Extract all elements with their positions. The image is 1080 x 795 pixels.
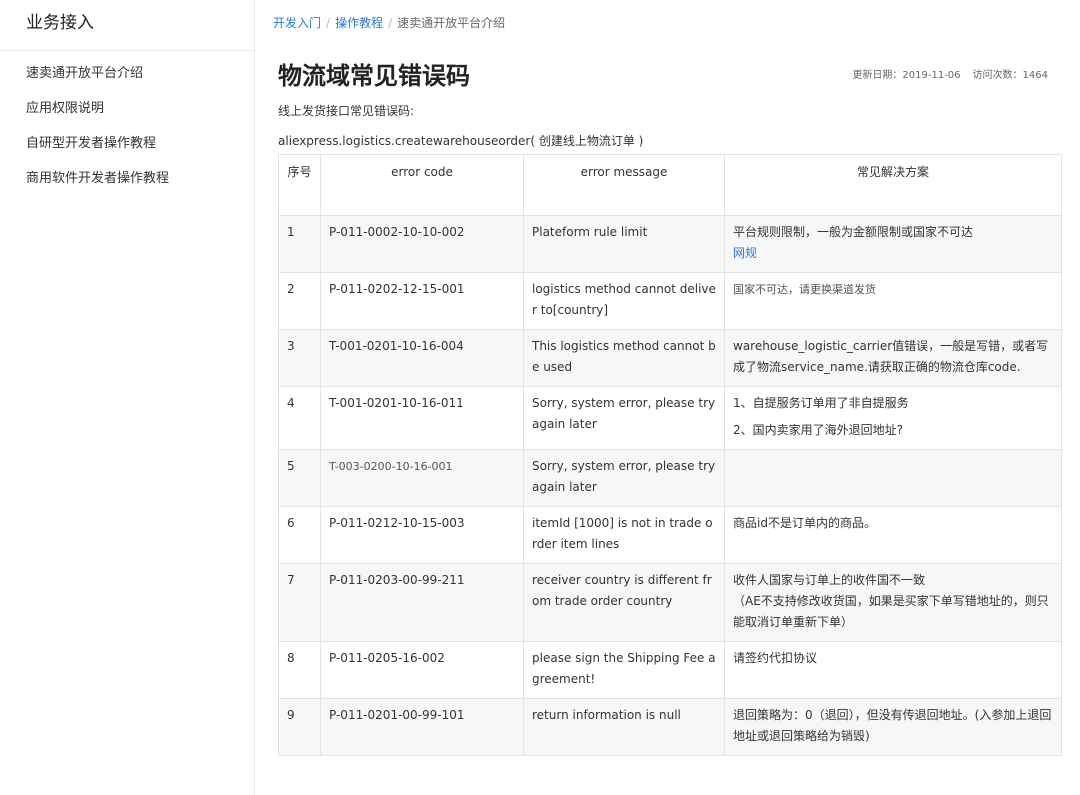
intro-text: 线上发货接口常见错误码: bbox=[278, 104, 415, 118]
cell-code: T-003-0200-10-16-001 bbox=[320, 449, 524, 507]
sidebar-title: 业务接入 bbox=[0, 0, 254, 51]
cell-solution bbox=[724, 449, 1062, 507]
breadcrumb-separator: / bbox=[326, 16, 331, 30]
cell-seq: 9 bbox=[278, 698, 321, 756]
cell-solution: 退回策略为：0（退回），但没有传退回地址。(入参加上退回地址或退回策略给为销毁) bbox=[724, 698, 1062, 756]
cell-code: P-011-0201-00-99-101 bbox=[320, 698, 524, 756]
table-row: 8 P-011-0205-16-002 please sign the Ship… bbox=[278, 641, 1062, 699]
cell-message: Sorry, system error, please try again la… bbox=[523, 449, 725, 507]
col-header-seq: 序号 bbox=[278, 154, 321, 216]
cell-message: Sorry, system error, please try again la… bbox=[523, 386, 725, 450]
table-header-row: 序号 error code error message 常见解决方案 bbox=[278, 154, 1062, 216]
cell-seq: 4 bbox=[278, 386, 321, 450]
sidebar-item-platform-intro[interactable]: 速卖通开放平台介绍 bbox=[0, 55, 254, 90]
solution-text: 平台规则限制，一般为金额限制或国家不可达 bbox=[733, 225, 974, 239]
table-row: 4 T-001-0201-10-16-011 Sorry, system err… bbox=[278, 386, 1062, 450]
solution-line-1: 收件人国家与订单上的收件国不一致 bbox=[733, 573, 926, 587]
sidebar-item-permissions[interactable]: 应用权限说明 bbox=[0, 90, 254, 125]
solution-text: 国家不可达，请更换渠道发货 bbox=[733, 283, 876, 296]
cell-code: P-011-0203-00-99-211 bbox=[320, 563, 524, 642]
cell-seq: 2 bbox=[278, 272, 321, 330]
cell-solution: 国家不可达，请更换渠道发货 bbox=[724, 272, 1062, 330]
sidebar-nav: 速卖通开放平台介绍 应用权限说明 自研型开发者操作教程 商用软件开发者操作教程 bbox=[0, 51, 254, 195]
table-row: 5 T-003-0200-10-16-001 Sorry, system err… bbox=[278, 449, 1062, 507]
cell-seq: 6 bbox=[278, 506, 321, 564]
code-text: T-003-0200-10-16-001 bbox=[329, 460, 453, 473]
cell-message: itemId [1000] is not in trade order item… bbox=[523, 506, 725, 564]
cell-code: P-011-0205-16-002 bbox=[320, 641, 524, 699]
breadcrumb-current: 速卖通开放平台介绍 bbox=[397, 16, 506, 30]
solution-line-2: 2、国内卖家用了海外退回地址? bbox=[733, 423, 904, 437]
breadcrumb-separator: / bbox=[388, 16, 393, 30]
error-code-table: 序号 error code error message 常见解决方案 1 P-0… bbox=[278, 154, 1062, 756]
cell-seq: 1 bbox=[278, 215, 321, 273]
breadcrumb: 开发入门 / 操作教程 / 速卖通开放平台介绍 bbox=[273, 14, 505, 31]
cell-solution: warehouse_logistic_carrier值错误，一般是写错，或者写成… bbox=[724, 329, 1062, 387]
solution-line-1: 1、自提服务订单用了非自提服务 bbox=[733, 396, 909, 410]
cell-seq: 7 bbox=[278, 563, 321, 642]
api-method-name: aliexpress.logistics.createwarehouseorde… bbox=[278, 134, 644, 148]
table-row: 2 P-011-0202-12-15-001 logistics method … bbox=[278, 272, 1062, 330]
cell-message: please sign the Shipping Fee agreement! bbox=[523, 641, 725, 699]
col-header-message: error message bbox=[523, 154, 725, 216]
cell-solution: 收件人国家与订单上的收件国不一致 （AE不支持修改收货国，如果是买家下单写错地址… bbox=[724, 563, 1062, 642]
table-row: 6 P-011-0212-10-15-003 itemId [1000] is … bbox=[278, 506, 1062, 564]
cell-solution: 商品id不是订单内的商品。 bbox=[724, 506, 1062, 564]
table-row: 9 P-011-0201-00-99-101 return informatio… bbox=[278, 698, 1062, 756]
cell-seq: 8 bbox=[278, 641, 321, 699]
page-meta: 更新日期：2019-11-06 访问次数：1464 bbox=[852, 66, 1048, 81]
sidebar-item-self-dev-tutorial[interactable]: 自研型开发者操作教程 bbox=[0, 125, 254, 160]
solution-line-2: （AE不支持修改收货国，如果是买家下单写错地址的，则只能取消订单重新下单） bbox=[733, 594, 1049, 629]
updated-date: 更新日期：2019-11-06 bbox=[852, 70, 961, 81]
cell-solution: 请签约代扣协议 bbox=[724, 641, 1062, 699]
breadcrumb-getting-started[interactable]: 开发入门 bbox=[273, 16, 321, 30]
cell-seq: 5 bbox=[278, 449, 321, 507]
sidebar: 业务接入 速卖通开放平台介绍 应用权限说明 自研型开发者操作教程 商用软件开发者… bbox=[0, 0, 255, 795]
table-row: 3 T-001-0201-10-16-004 This logistics me… bbox=[278, 329, 1062, 387]
cell-seq: 3 bbox=[278, 329, 321, 387]
sidebar-item-commercial-dev-tutorial[interactable]: 商用软件开发者操作教程 bbox=[0, 160, 254, 195]
col-header-code: error code bbox=[320, 154, 524, 216]
cell-code: P-011-0202-12-15-001 bbox=[320, 272, 524, 330]
cell-message: logistics method cannot deliver to[count… bbox=[523, 272, 725, 330]
cell-solution: 1、自提服务订单用了非自提服务 2、国内卖家用了海外退回地址? bbox=[724, 386, 1062, 450]
page-title: 物流域常见错误码 bbox=[278, 62, 470, 90]
visit-count: 访问次数：1464 bbox=[972, 70, 1048, 81]
breadcrumb-tutorials[interactable]: 操作教程 bbox=[335, 16, 383, 30]
col-header-solution: 常见解决方案 bbox=[724, 154, 1062, 216]
cell-solution: 平台规则限制，一般为金额限制或国家不可达 网规 bbox=[724, 215, 1062, 273]
cell-message: return information is null bbox=[523, 698, 725, 756]
main-content: 开发入门 / 操作教程 / 速卖通开放平台介绍 物流域常见错误码 更新日期：2019-1… bbox=[254, 0, 1080, 795]
cell-message: This logistics method cannot be used bbox=[523, 329, 725, 387]
table-row: 7 P-011-0203-00-99-211 receiver country … bbox=[278, 563, 1062, 642]
cell-code: P-011-0212-10-15-003 bbox=[320, 506, 524, 564]
table-row: 1 P-011-0002-10-10-002 Plateform rule li… bbox=[278, 215, 1062, 273]
cell-code: P-011-0002-10-10-002 bbox=[320, 215, 524, 273]
cell-code: T-001-0201-10-16-011 bbox=[320, 386, 524, 450]
rules-link[interactable]: 网规 bbox=[733, 243, 1053, 264]
cell-code: T-001-0201-10-16-004 bbox=[320, 329, 524, 387]
cell-message: receiver country is different from trade… bbox=[523, 563, 725, 642]
cell-message: Plateform rule limit bbox=[523, 215, 725, 273]
